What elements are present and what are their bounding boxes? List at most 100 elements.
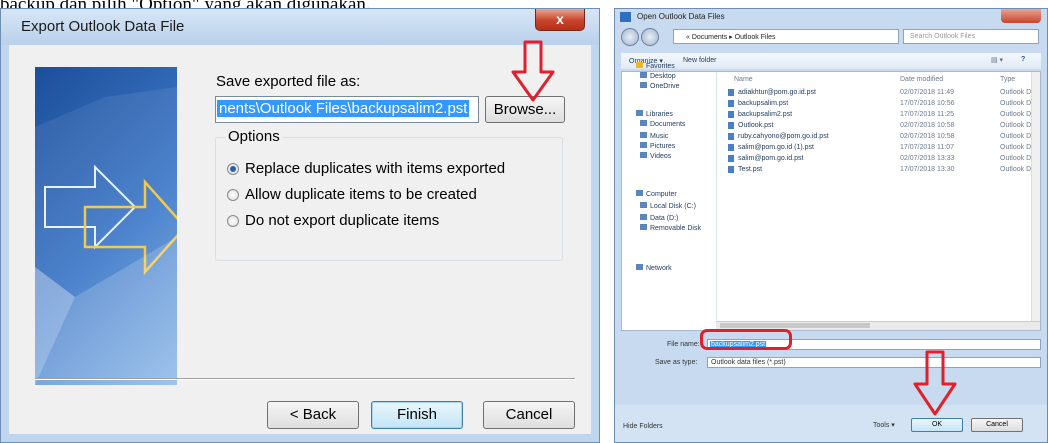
sidebar-item[interactable]: Libraries bbox=[636, 110, 673, 118]
address-path[interactable]: « Documents ▸ Outlook Files bbox=[673, 29, 899, 44]
outlook-icon bbox=[620, 12, 631, 22]
title-bar[interactable]: Export Outlook Data File x bbox=[1, 9, 599, 45]
sidebar-item[interactable]: OneDrive bbox=[640, 82, 680, 90]
sidebar-item-label: Computer bbox=[646, 191, 677, 198]
radio-allow-duplicates[interactable] bbox=[227, 189, 239, 201]
list-item[interactable]: salim@pom.go.id (1).pst bbox=[738, 144, 814, 151]
open-title-bar[interactable]: Open Outlook Data Files bbox=[615, 9, 1047, 27]
option-replace-label[interactable]: Replace duplicates with items exported bbox=[245, 160, 505, 177]
search-input[interactable]: Search Outlook Files bbox=[903, 29, 1039, 44]
navigation-pane: Favorites Desktop OneDrive Libraries Documen… bbox=[622, 62, 717, 330]
annotation-arrow-down-icon bbox=[511, 40, 555, 102]
file-name-label: File name: bbox=[667, 341, 700, 348]
list-item[interactable]: adiakhtur@pom.go.id.pst bbox=[738, 89, 816, 96]
computer-icon bbox=[636, 190, 643, 196]
picture-icon bbox=[640, 142, 647, 148]
breadcrumb: « Documents ▸ Outlook Files bbox=[686, 34, 776, 41]
save-type-select[interactable]: Outlook data files (*.pst) bbox=[707, 357, 1041, 368]
sidebar-item-label: Network bbox=[646, 265, 672, 272]
finish-button[interactable]: Finish bbox=[371, 401, 463, 429]
list-item[interactable]: salim@pom.go.id.pst bbox=[738, 155, 803, 162]
file-path-input[interactable]: nents\Outlook Files\backupsalim2.pst bbox=[215, 96, 479, 123]
list-item[interactable]: Test.pst bbox=[738, 166, 762, 173]
pst-file-icon bbox=[728, 89, 734, 96]
list-item[interactable]: ruby.cahyono@pom.go.id.pst bbox=[738, 133, 829, 140]
list-item-date: 02/07/2018 13:33 bbox=[900, 155, 955, 162]
disk-icon bbox=[640, 202, 647, 208]
list-item[interactable]: Outlook.pst bbox=[738, 122, 773, 129]
file-browser: Favorites Desktop OneDrive Libraries Documen… bbox=[621, 62, 1041, 331]
sidebar-item[interactable]: Removable Disk bbox=[640, 224, 701, 232]
search-placeholder: Search Outlook Files bbox=[910, 33, 975, 40]
pst-file-icon bbox=[728, 166, 734, 173]
hide-folders-button[interactable]: Hide Folders bbox=[623, 423, 663, 430]
list-item-date: 17/07/2018 11:25 bbox=[900, 111, 954, 118]
scroll-thumb[interactable] bbox=[720, 323, 870, 328]
sidebar-item-label: OneDrive bbox=[650, 83, 680, 90]
list-item-type: Outlook D bbox=[1000, 111, 1032, 118]
column-name[interactable]: Name bbox=[734, 76, 753, 83]
sidebar-item[interactable]: Local Disk (C:) bbox=[640, 202, 696, 210]
sidebar-item-label: Local Disk (C:) bbox=[650, 203, 696, 210]
annotation-arrow-down-icon bbox=[913, 350, 957, 416]
help-icon[interactable]: ? bbox=[1021, 56, 1025, 63]
open-dialog-title: Open Outlook Data Files bbox=[637, 12, 725, 21]
save-as-label: Save exported file as: bbox=[216, 73, 361, 90]
file-path-text: nents\Outlook Files\backupsalim2.pst bbox=[217, 100, 470, 117]
pst-file-icon bbox=[728, 155, 734, 162]
ok-button[interactable]: OK bbox=[911, 418, 963, 432]
desktop-icon bbox=[640, 72, 647, 78]
view-options-icon[interactable]: ▤ ▾ bbox=[991, 56, 1003, 64]
forward-nav-icon[interactable] bbox=[641, 28, 659, 46]
sidebar-item[interactable]: Network bbox=[636, 264, 672, 272]
list-item-date: 17/07/2018 13:30 bbox=[900, 166, 955, 173]
pst-file-icon bbox=[728, 111, 734, 118]
cancel-button[interactable]: Cancel bbox=[483, 401, 575, 429]
list-item[interactable]: backupsalim2.pst bbox=[738, 111, 792, 118]
export-banner-image bbox=[35, 67, 177, 385]
sidebar-item[interactable]: Favorites bbox=[636, 62, 675, 70]
sidebar-item-label: Desktop bbox=[650, 73, 676, 80]
option-do-not-export-label[interactable]: Do not export duplicate items bbox=[245, 212, 439, 229]
network-icon bbox=[636, 264, 643, 270]
list-item-type: Outlook D bbox=[1000, 144, 1032, 151]
address-bar: « Documents ▸ Outlook Files Search Outlo… bbox=[621, 27, 1041, 47]
sidebar-item[interactable]: Music bbox=[640, 132, 668, 140]
sidebar-item-label: Libraries bbox=[646, 111, 673, 118]
sidebar-item[interactable]: Documents bbox=[640, 120, 685, 128]
sidebar-item[interactable]: Data (D:) bbox=[640, 214, 678, 222]
sidebar-item-label: Documents bbox=[650, 121, 686, 128]
sidebar-item-label: Favorites bbox=[646, 63, 675, 70]
open-dialog: Open Outlook Data Files « Documents ▸ Ou… bbox=[614, 8, 1048, 443]
dialog-body: Save exported file as: nents\Outlook Fil… bbox=[9, 45, 591, 434]
sidebar-item-label: Pictures bbox=[650, 143, 676, 150]
option-allow-label[interactable]: Allow duplicate items to be created bbox=[245, 186, 477, 203]
close-button[interactable]: x bbox=[535, 9, 585, 31]
tools-button[interactable]: Tools ▾ bbox=[873, 421, 895, 429]
music-icon bbox=[640, 132, 647, 138]
radio-replace-duplicates[interactable] bbox=[227, 163, 239, 175]
sidebar-item[interactable]: Desktop bbox=[640, 72, 676, 80]
options-label: Options bbox=[225, 128, 283, 145]
list-item[interactable]: backupsalim.pst bbox=[738, 100, 788, 107]
video-icon bbox=[640, 152, 647, 158]
sidebar-item-label: Data (D:) bbox=[650, 215, 679, 222]
back-nav-icon[interactable] bbox=[621, 28, 639, 46]
list-item-date: 02/07/2018 11:49 bbox=[900, 89, 954, 96]
annotation-highlight-box bbox=[700, 329, 792, 350]
command-bar: Organize ▾ New folder ▤ ▾ ? bbox=[621, 53, 1041, 69]
new-folder-button[interactable]: New folder bbox=[683, 57, 716, 64]
back-button[interactable]: < Back bbox=[267, 401, 359, 429]
radio-do-not-export[interactable] bbox=[227, 215, 239, 227]
footer-divider bbox=[35, 378, 575, 380]
open-close-button[interactable] bbox=[1001, 9, 1041, 23]
open-cancel-button[interactable]: Cancel bbox=[971, 418, 1023, 432]
list-item-date: 17/07/2018 11:07 bbox=[900, 144, 954, 151]
vertical-scrollbar[interactable] bbox=[1031, 72, 1040, 322]
column-date[interactable]: Date modified bbox=[900, 76, 943, 83]
sidebar-item[interactable]: Computer bbox=[636, 190, 677, 198]
column-type[interactable]: Type bbox=[1000, 76, 1015, 83]
sidebar-item[interactable]: Pictures bbox=[640, 142, 675, 150]
sidebar-item-label: Removable Disk bbox=[650, 225, 701, 232]
sidebar-item[interactable]: Videos bbox=[640, 152, 671, 160]
